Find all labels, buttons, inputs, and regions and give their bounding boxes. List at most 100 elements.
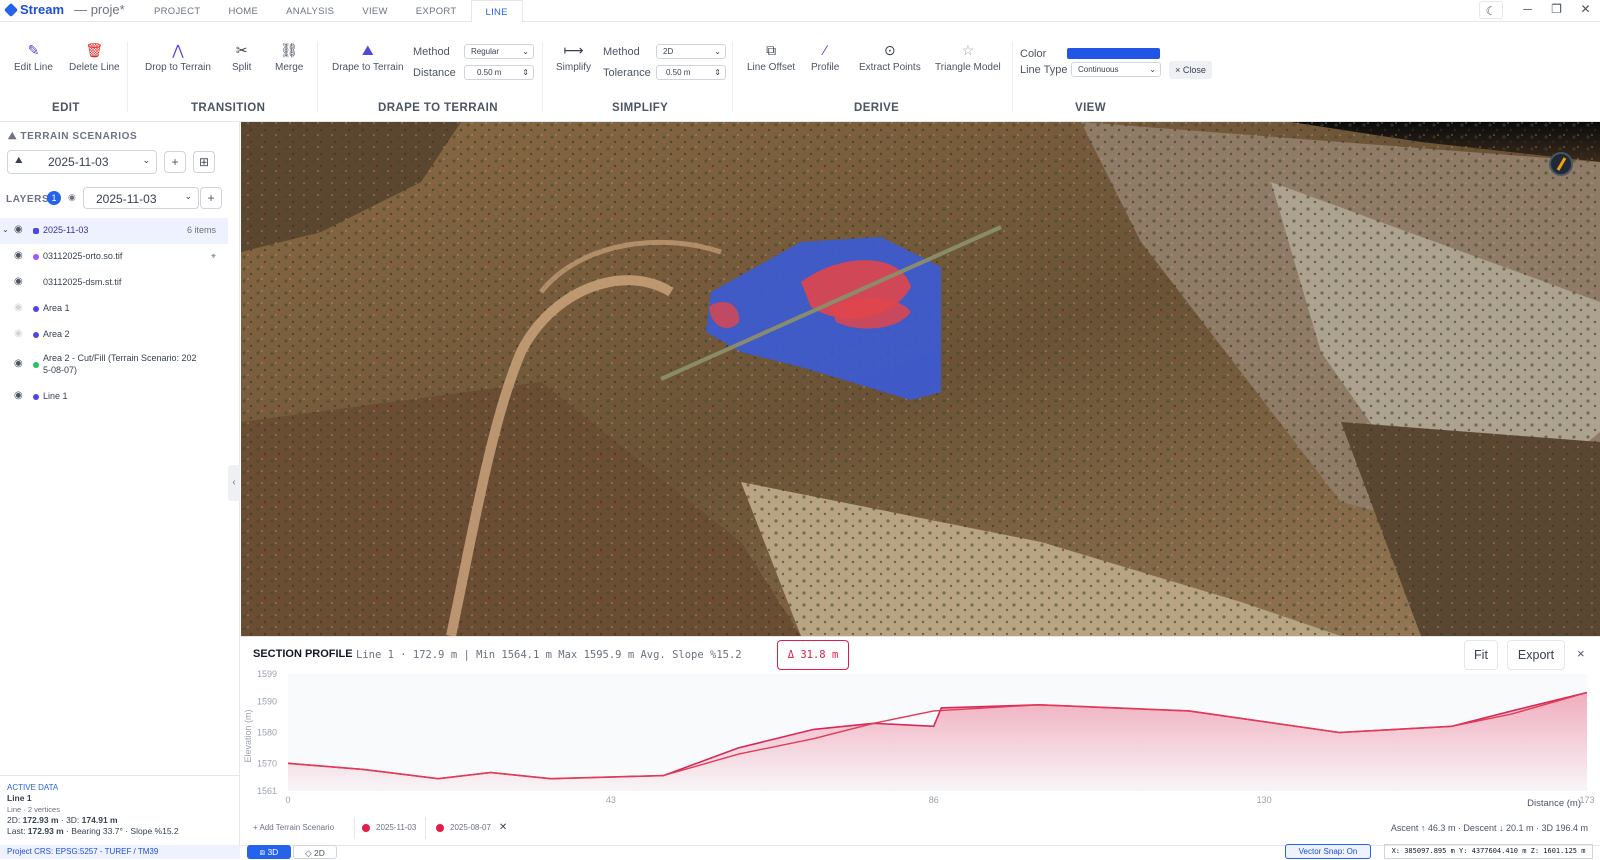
tab-view[interactable]: VIEW (348, 0, 401, 22)
collapse-sidebar-button[interactable]: ‹ (228, 465, 240, 501)
simplify-icon: ⟼ (563, 42, 584, 58)
stepper-icon[interactable]: ⇕ (714, 66, 721, 79)
simplify-button[interactable]: ⟼ Simplify (556, 42, 591, 73)
terrain-scenarios-title: TERRAIN SCENARIOS (20, 131, 138, 142)
tab-analysis[interactable]: ANALYSIS (272, 0, 348, 22)
extract-points-label: Extract Points (859, 62, 921, 73)
method-select[interactable]: Regular ⌄ (464, 44, 534, 59)
line-color-swatch[interactable] (1067, 48, 1160, 59)
layer-name: Line 1 (43, 391, 68, 401)
edit-line-button[interactable]: ✎ Edit Line (14, 42, 53, 73)
triangle-model-label: Triangle Model (935, 62, 1001, 73)
layer-area-2[interactable]: ◉ Area 2 (0, 322, 228, 348)
left-sidebar: ⛰ TERRAIN SCENARIOS ⛰ 2025-11-03 ⌄ + ⊞ L… (0, 122, 240, 859)
tab-project[interactable]: PROJECT (140, 0, 214, 22)
layer-dsm[interactable]: ◉ 03112025-dsm.st.tif (0, 270, 228, 296)
divider (732, 42, 733, 112)
stepper-icon[interactable]: ⇕ (522, 66, 529, 79)
theme-toggle-icon[interactable]: ☾ (1479, 1, 1503, 19)
triangle-model-button[interactable]: ☆ Triangle Model (935, 42, 1001, 73)
compass-icon[interactable] (1549, 152, 1573, 176)
add-terrain-button[interactable]: + (164, 151, 186, 173)
profile-button[interactable]: ∕ Profile (811, 42, 839, 73)
mountain-icon: ⛰ (361, 42, 374, 58)
eye-icon[interactable]: ◉ (14, 390, 23, 401)
eye-off-icon[interactable]: ◉ (14, 328, 23, 339)
tolerance-value: 0.50 m (666, 68, 691, 77)
scenario-chip-2[interactable]: 2025-08-07 ✕ (436, 817, 507, 839)
tab-export[interactable]: EXPORT (402, 0, 471, 22)
chevron-down-icon: ⌄ (522, 47, 529, 56)
layer-line-1[interactable]: ◉ Line 1 (0, 384, 228, 410)
group-view: VIEW (1075, 102, 1106, 114)
color-label: Color (1020, 48, 1047, 60)
add-terrain-scenario-button[interactable]: + Add Terrain Scenario (253, 817, 334, 839)
extract-points-button[interactable]: ⊙ Extract Points (859, 42, 921, 73)
close-section-icon[interactable]: × (1577, 646, 1585, 661)
globe-icon: ◉ (68, 192, 76, 202)
eye-icon[interactable]: ◉ (14, 250, 23, 261)
split-button[interactable]: ✂ Split (232, 42, 251, 73)
layer-area-2-cutfill[interactable]: ◉ Area 2 - Cut/Fill (Terrain Scenario: 2… (0, 348, 228, 382)
grid-icon[interactable]: ⊞ (193, 151, 215, 173)
divider (317, 42, 318, 112)
terrain-scenario-value: 2025-11-03 (48, 155, 109, 169)
view-2d-toggle[interactable]: ◇ 2D (293, 845, 337, 859)
distance-input[interactable]: 0.50 m ⇕ (464, 65, 534, 80)
y-tick-label: 1599 (257, 670, 277, 679)
drape-to-terrain-button[interactable]: ⛰ Drape to Terrain (332, 42, 404, 73)
simplify-method-value: 2D (663, 47, 674, 56)
line-offset-button[interactable]: ⧉ Line Offset (747, 42, 795, 73)
merge-button[interactable]: ⛓ Merge (275, 42, 303, 73)
scenario-chip-1[interactable]: 2025-11-03 (362, 817, 416, 839)
remove-scenario-icon[interactable]: ✕ (499, 822, 507, 833)
line-offset-label: Line Offset (747, 62, 796, 73)
tab-line[interactable]: LINE (470, 0, 523, 23)
eye-icon[interactable]: ◉ (14, 358, 23, 369)
y-tick-label: 1561 (257, 786, 277, 796)
close-ribbon-button[interactable]: × Close (1169, 61, 1212, 79)
fit-button[interactable]: Fit (1464, 640, 1498, 670)
layers-date-select[interactable]: 2025-11-03 ⌄ (83, 187, 199, 209)
layer-color-dot (33, 332, 39, 338)
app-logo: Stream — proje* (3, 2, 125, 17)
eye-icon[interactable]: ◉ (14, 276, 23, 287)
layers-date-value: 2025-11-03 (96, 192, 157, 206)
close-window-icon[interactable]: ✕ (1571, 0, 1600, 20)
maximize-icon[interactable]: ❐ (1542, 0, 1571, 20)
merge-label: Merge (275, 62, 304, 73)
drop-to-terrain-button[interactable]: ⋀ Drop to Terrain (145, 42, 211, 73)
simplify-method-select[interactable]: 2D ⌄ (656, 44, 726, 59)
pin-icon[interactable]: ⌖ (211, 251, 216, 262)
layer-group-2025-11-03[interactable]: ⌄ ◉ 2025-11-03 6 items (0, 218, 228, 244)
3d-terrain-viewport[interactable] (241, 122, 1600, 636)
delete-line-button[interactable]: 🗑 Delete Line (69, 42, 120, 73)
add-layer-button[interactable]: + (200, 187, 222, 209)
y-tick-label: 1570 (257, 758, 277, 768)
minimize-icon[interactable]: ─ (1513, 0, 1542, 20)
view-3d-label: 3D (267, 847, 279, 857)
tolerance-input[interactable]: 0.50 m ⇕ (656, 65, 726, 80)
line-type-select[interactable]: Continuous ⌄ (1071, 62, 1161, 77)
trash-icon: 🗑 (85, 42, 104, 58)
terrain-scenario-select[interactable]: ⛰ 2025-11-03 ⌄ (7, 150, 157, 174)
chevron-down-icon[interactable]: ⌄ (2, 225, 9, 234)
cursor-coordinates: X: 385097.895 m Y: 4377604.410 m Z: 1601… (1384, 844, 1593, 859)
layer-name: 03112025-dsm.st.tif (43, 277, 122, 287)
eye-off-icon[interactable]: ◉ (14, 302, 23, 313)
elevation-delta-badge: Δ 31.8 m (777, 640, 849, 670)
layer-area-1[interactable]: ◉ Area 1 (0, 296, 228, 322)
export-button[interactable]: Export (1507, 640, 1565, 670)
last-prefix: Last: (7, 826, 28, 836)
terrain-icon: ⛰ (8, 131, 21, 142)
layer-orto[interactable]: ◉ 03112025-orto.so.tif ⌖ (0, 244, 228, 270)
eye-icon[interactable]: ◉ (14, 224, 23, 235)
pencil-icon: ✎ (27, 42, 40, 58)
tab-home[interactable]: HOME (214, 0, 272, 22)
view-3d-toggle[interactable]: ⧈ 3D (247, 845, 291, 859)
line-type-value: Continuous (1078, 65, 1119, 74)
layer-name: 2025-11-03 (43, 225, 89, 235)
vector-snap-toggle[interactable]: Vector Snap: On (1285, 844, 1371, 859)
simplify-label: Simplify (556, 62, 592, 73)
terrain-icon: ⋀ (172, 42, 184, 58)
